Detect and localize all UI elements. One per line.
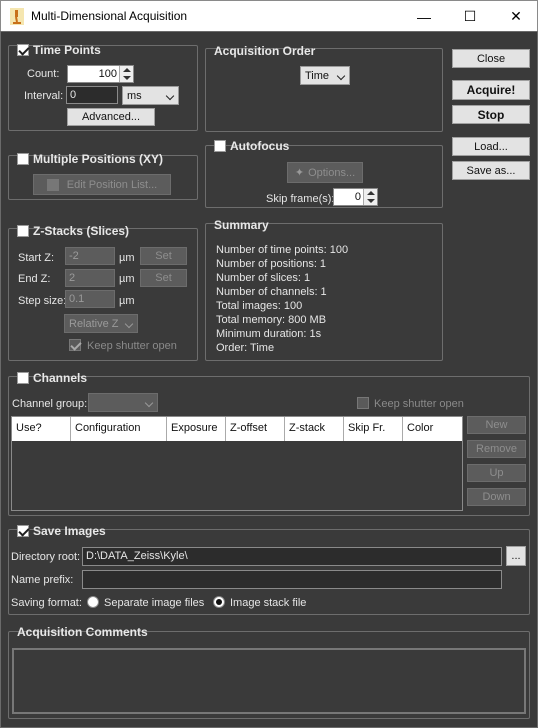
image-stack-radio[interactable]	[213, 596, 225, 608]
channels-keep-shutter-label: Keep shutter open	[374, 398, 464, 410]
column-skip-frames[interactable]: Skip Fr.	[344, 417, 403, 441]
save-images-checkbox[interactable]	[17, 525, 29, 537]
channels-title: Channels	[33, 371, 88, 385]
autofocus-options-button[interactable]: ✦ Options...	[287, 162, 363, 183]
separate-files-radio[interactable]	[87, 596, 99, 608]
directory-root-field[interactable]: D:\DATA_Zeiss\Kyle\	[82, 547, 502, 566]
column-color[interactable]: Color	[403, 417, 462, 441]
edit-position-list-button[interactable]: Edit Position List...	[33, 174, 171, 195]
channel-down-button[interactable]: Down	[467, 488, 526, 506]
wrench-icon: ✦	[294, 167, 305, 179]
name-prefix-label: Name prefix:	[11, 574, 74, 586]
channels-keep-shutter-checkbox[interactable]	[357, 397, 369, 409]
chevron-down-icon	[124, 319, 134, 329]
autofocus-title: Autofocus	[230, 139, 290, 153]
grid-icon	[46, 178, 59, 191]
column-z-offset[interactable]: Z-offset	[226, 417, 285, 441]
summary-time-points: Number of time points: 100	[216, 244, 349, 256]
count-field[interactable]: 100	[67, 65, 134, 83]
summary-min-duration: Minimum duration: 1s	[216, 328, 322, 340]
column-configuration[interactable]: Configuration	[71, 417, 167, 441]
channels-table-header: Use? Configuration Exposure Z-offset Z-s…	[12, 417, 462, 441]
column-exposure[interactable]: Exposure	[167, 417, 226, 441]
summary-positions: Number of positions: 1	[216, 258, 327, 270]
autofocus-checkbox[interactable]	[214, 140, 226, 152]
title-bar: Multi-Dimensional Acquisition — ☐ ✕	[0, 0, 538, 31]
window-title: Multi-Dimensional Acquisition	[31, 9, 188, 23]
advanced-button[interactable]: Advanced...	[67, 108, 155, 126]
save-as-button[interactable]: Save as...	[452, 161, 530, 180]
time-points-title: Time Points	[33, 43, 101, 57]
skip-frames-spinner[interactable]	[363, 189, 377, 205]
multiple-positions-title: Multiple Positions (XY)	[33, 152, 164, 166]
chevron-down-icon	[144, 398, 154, 408]
minimize-button[interactable]: —	[401, 1, 447, 32]
time-points-checkbox[interactable]	[17, 44, 29, 56]
count-spinner[interactable]	[119, 66, 133, 82]
interval-label: Interval:	[24, 90, 64, 102]
zstack-keep-shutter-label: Keep shutter open	[87, 340, 177, 352]
acquisition-order-title: Acquisition Order	[214, 44, 316, 58]
close-button[interactable]: Close	[452, 49, 530, 68]
image-stack-label[interactable]: Image stack file	[230, 597, 306, 609]
zstacks-title: Z-Stacks (Slices)	[33, 224, 130, 238]
acquisition-order-panel	[205, 48, 443, 132]
comments-title: Acquisition Comments	[17, 625, 148, 639]
microscope-icon	[10, 8, 24, 25]
acquire-button[interactable]: Acquire!	[452, 80, 530, 100]
column-z-stack[interactable]: Z-stack	[285, 417, 344, 441]
browse-directory-button[interactable]: ...	[506, 546, 526, 566]
channels-table[interactable]: Use? Configuration Exposure Z-offset Z-s…	[11, 416, 463, 511]
maximize-button[interactable]: ☐	[447, 1, 493, 32]
interval-unit-dropdown[interactable]: ms	[122, 86, 179, 105]
chevron-down-icon	[165, 91, 175, 101]
multiple-positions-checkbox[interactable]	[17, 153, 29, 165]
interval-field[interactable]: 0	[66, 86, 118, 104]
comments-textarea[interactable]	[12, 648, 526, 714]
summary-channels: Number of channels: 1	[216, 286, 327, 298]
separate-files-label[interactable]: Separate image files	[104, 597, 204, 609]
summary-total-memory: Total memory: 800 MB	[216, 314, 327, 326]
channel-new-button[interactable]: New	[467, 416, 526, 434]
saving-format-label: Saving format:	[11, 597, 82, 609]
channel-up-button[interactable]: Up	[467, 464, 526, 482]
skip-frames-field[interactable]: 0	[333, 188, 378, 206]
chevron-down-icon	[336, 71, 346, 81]
name-prefix-field[interactable]	[82, 570, 502, 589]
directory-root-label: Directory root:	[11, 551, 81, 563]
zstack-keep-shutter-checkbox[interactable]	[69, 339, 81, 351]
count-label: Count:	[27, 68, 60, 80]
summary-total-images: Total images: 100	[216, 300, 303, 312]
channels-checkbox[interactable]	[17, 372, 29, 384]
set-end-z-button[interactable]: Set	[140, 269, 187, 287]
close-window-button[interactable]: ✕	[493, 1, 538, 32]
column-use[interactable]: Use?	[12, 417, 71, 441]
channel-group-dropdown[interactable]	[88, 393, 158, 412]
load-button[interactable]: Load...	[452, 137, 530, 156]
step-size-label: Step size:	[18, 295, 67, 307]
start-z-label: Start Z:	[18, 252, 55, 264]
summary-order: Order: Time	[216, 342, 275, 354]
summary-slices: Number of slices: 1	[216, 272, 311, 284]
relative-z-dropdown[interactable]: Relative Z	[64, 314, 138, 333]
stop-button[interactable]: Stop	[452, 105, 530, 124]
start-z-field[interactable]: -2	[65, 247, 115, 265]
acquisition-order-dropdown[interactable]: Time	[300, 66, 350, 85]
channel-remove-button[interactable]: Remove	[467, 440, 526, 458]
save-images-title: Save Images	[33, 524, 106, 538]
set-start-z-button[interactable]: Set	[140, 247, 187, 265]
zstacks-checkbox[interactable]	[17, 225, 29, 237]
start-z-unit: µm	[119, 252, 135, 264]
step-size-field[interactable]: 0.1	[65, 290, 115, 308]
channel-group-label: Channel group:	[12, 398, 88, 410]
end-z-label: End Z:	[18, 273, 51, 285]
end-z-field[interactable]: 2	[65, 269, 115, 287]
skip-frames-label: Skip frame(s):	[266, 193, 335, 205]
step-size-unit: µm	[119, 295, 135, 307]
summary-title: Summary	[214, 218, 269, 232]
end-z-unit: µm	[119, 273, 135, 285]
